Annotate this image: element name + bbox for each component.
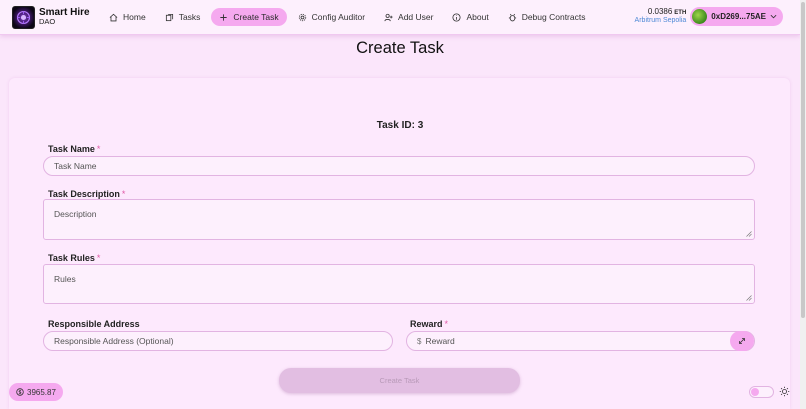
dollar-icon: $ [417, 336, 422, 346]
nav-tasks[interactable]: Tasks [157, 8, 209, 26]
account-address: 0xD269...75AE [711, 12, 766, 21]
tasks-icon [165, 13, 173, 21]
reward-label: Reward * [410, 319, 449, 329]
logo [12, 5, 35, 29]
responsible-address-placeholder: Responsible Address (Optional) [54, 336, 174, 346]
navbar: Smart Hire DAO Home Tasks Create Task Co… [0, 0, 800, 35]
task-rules-textarea[interactable]: Rules [43, 264, 755, 304]
faucet-button[interactable]: 3965.87 [9, 383, 63, 401]
nav-create-task-label: Create Task [233, 12, 279, 22]
create-task-button[interactable]: Create Task [279, 368, 520, 393]
currency-swap-button[interactable] [730, 331, 754, 351]
brand-subtitle: DAO [39, 17, 56, 27]
home-icon [109, 13, 118, 21]
swap-icon [739, 338, 745, 344]
chevron-down-icon [770, 14, 777, 19]
nav-debug-contracts-label: Debug Contracts [521, 12, 586, 22]
gear-icon [298, 13, 306, 21]
plus-icon [220, 13, 228, 21]
toggle-knob [751, 388, 759, 396]
add-user-icon [384, 13, 393, 21]
scrollbar[interactable] [800, 0, 806, 409]
balance-unit: ETH [674, 10, 687, 17]
resize-handle-icon[interactable] [746, 295, 752, 301]
balance-value: 0.0386 [647, 7, 673, 17]
brand[interactable]: Smart Hire DAO [12, 5, 98, 29]
account-button[interactable]: 0xD269...75AE [690, 7, 783, 26]
nav-add-user[interactable]: Add User [376, 8, 441, 26]
responsible-address-input[interactable]: Responsible Address (Optional) [43, 331, 393, 351]
task-rules-placeholder: Rules [54, 274, 76, 284]
network-name[interactable]: Arbitrum Sepolia [635, 17, 687, 25]
wallet-balance: 0.0386 ETH Arbitrum Sepolia [635, 7, 687, 25]
required-marker: * [96, 253, 101, 263]
nav-create-task[interactable]: Create Task [211, 8, 287, 26]
nav-home-label: Home [123, 12, 146, 22]
required-marker: * [121, 189, 126, 199]
nav-tasks-label: Tasks [178, 12, 201, 22]
task-description-label: Task Description * [48, 189, 126, 199]
nav-config-auditor[interactable]: Config Auditor [290, 8, 373, 26]
resize-handle-icon[interactable] [746, 231, 752, 237]
nav-about-label: About [466, 12, 489, 22]
avatar [692, 9, 708, 24]
required-marker: * [96, 144, 101, 154]
theme-toggle[interactable] [749, 386, 774, 398]
task-id: Task ID: 3 [376, 120, 424, 131]
task-name-placeholder: Task Name [54, 161, 97, 171]
task-description-placeholder: Description [54, 209, 97, 219]
nav-about[interactable]: About [444, 8, 496, 26]
responsible-address-label: Responsible Address [48, 319, 140, 329]
wallet: 0.0386 ETH Arbitrum Sepolia 0xD269...75AE [635, 7, 783, 26]
sun-icon [779, 386, 790, 397]
scrollbar-thumb[interactable] [801, 2, 805, 318]
nav-debug-contracts[interactable]: Debug Contracts [500, 8, 594, 26]
reward-placeholder: Reward [425, 336, 455, 346]
logo-emblem-icon [16, 10, 31, 24]
nav-add-user-label: Add User [398, 12, 434, 22]
currency-icon [16, 388, 24, 396]
task-name-label: Task Name * [48, 144, 101, 154]
task-rules-label: Task Rules * [48, 253, 101, 263]
info-icon [452, 12, 461, 22]
nav-config-auditor-label: Config Auditor [311, 12, 366, 22]
page-title: Create Task [356, 39, 444, 57]
required-marker: * [444, 319, 449, 329]
faucet-value: 3965.87 [27, 387, 56, 397]
reward-input[interactable]: $ Reward [406, 331, 755, 351]
bug-icon [508, 13, 516, 21]
nav-home[interactable]: Home [101, 8, 154, 26]
task-description-textarea[interactable]: Description [43, 199, 755, 240]
task-name-input[interactable]: Task Name [43, 156, 755, 176]
